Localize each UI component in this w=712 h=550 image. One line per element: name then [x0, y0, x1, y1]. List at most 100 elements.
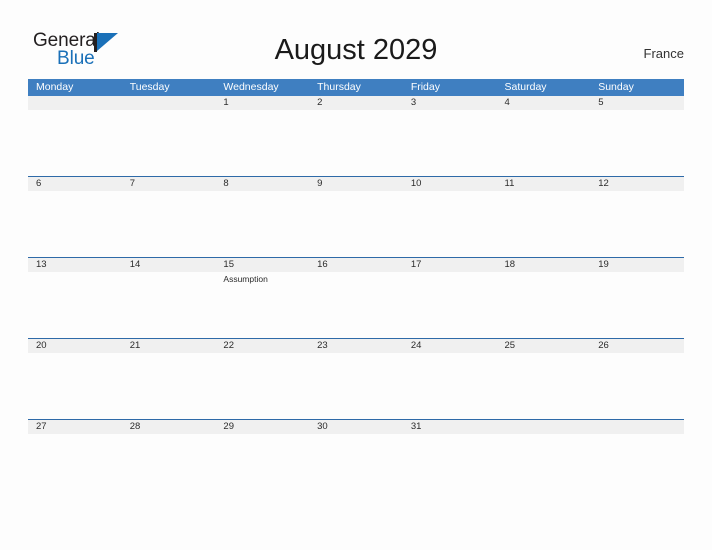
weekday-header-wednesday: Wednesday: [223, 81, 279, 93]
day-cell[interactable]: [309, 191, 403, 257]
date-number[interactable]: 30: [309, 420, 403, 434]
date-number[interactable]: 29: [215, 420, 309, 434]
date-number[interactable]: 10: [403, 177, 497, 191]
date-number[interactable]: 13: [28, 258, 122, 272]
day-cell[interactable]: [122, 272, 216, 338]
day-cell: [28, 110, 122, 176]
page-header: General Blue August 2029 France: [0, 0, 712, 74]
calendar-week-row: 12345: [28, 96, 684, 176]
week-date-number-band: 12345: [28, 96, 684, 110]
day-cell[interactable]: Assumption: [215, 272, 309, 338]
day-cell[interactable]: [28, 191, 122, 257]
day-cell[interactable]: [590, 353, 684, 419]
day-cell[interactable]: [309, 434, 403, 489]
day-cell[interactable]: [215, 353, 309, 419]
week-date-number-band: 20 21 22 23 24 25 26: [28, 339, 684, 353]
day-cell[interactable]: [215, 110, 309, 176]
calendar-weeks: 1 2 3 4 5 6 7 8 9 10 11 12 13 14 15 16 17 18 19 Assumption 2…: [28, 96, 684, 489]
date-number[interactable]: 27: [28, 420, 122, 434]
day-cell[interactable]: [590, 272, 684, 338]
day-cell: [497, 434, 591, 489]
weekday-header-friday: Friday: [410, 81, 440, 93]
calendar-page: General Blue August 2029 France Monday Tu…: [0, 0, 712, 550]
day-cell[interactable]: [215, 191, 309, 257]
day-cell[interactable]: [497, 353, 591, 419]
calendar-week-row: 13 14 15 16 17 18 19 Assumption: [28, 257, 684, 338]
day-cell[interactable]: [403, 191, 497, 257]
day-cell[interactable]: [590, 191, 684, 257]
date-number[interactable]: 14: [122, 258, 216, 272]
calendar-table: Monday Tuesday Wednesday Thursday Friday Satu…: [28, 79, 684, 489]
day-cell[interactable]: [309, 110, 403, 176]
date-number[interactable]: 16: [309, 258, 403, 272]
day-cell[interactable]: [590, 110, 684, 176]
date-number[interactable]: 25: [497, 339, 591, 353]
date-number[interactable]: 19: [590, 258, 684, 272]
calendar-week-row: 6 7 8 9 10 11 12: [28, 176, 684, 257]
day-cell[interactable]: [28, 353, 122, 419]
week-content-band: [28, 434, 684, 489]
date-number[interactable]: 4: [497, 96, 591, 110]
week-content-band: Assumption: [28, 272, 684, 338]
date-number[interactable]: 7: [122, 177, 216, 191]
page-title: August 2029: [274, 34, 438, 66]
calendar-week-row: 27 28 29 30 31: [28, 419, 684, 489]
date-number-empty: [497, 420, 591, 434]
date-number[interactable]: 6: [28, 177, 122, 191]
day-cell[interactable]: [122, 191, 216, 257]
date-number[interactable]: 3: [403, 96, 497, 110]
weekday-header-thursday: Thursday: [317, 81, 361, 93]
weekday-header-sunday: Sunday: [598, 81, 634, 93]
date-number[interactable]: 20: [28, 339, 122, 353]
date-number[interactable]: 2: [309, 96, 403, 110]
week-date-number-band: 13 14 15 16 17 18 19: [28, 258, 684, 272]
date-number[interactable]: 24: [403, 339, 497, 353]
weekday-header-saturday: Saturday: [504, 81, 547, 93]
day-cell[interactable]: [309, 272, 403, 338]
week-date-number-band: 6 7 8 9 10 11 12: [28, 177, 684, 191]
date-number[interactable]: 21: [122, 339, 216, 353]
day-cell[interactable]: [28, 434, 122, 489]
date-number[interactable]: 28: [122, 420, 216, 434]
day-cell[interactable]: [309, 353, 403, 419]
date-number[interactable]: 22: [215, 339, 309, 353]
date-number[interactable]: 8: [215, 177, 309, 191]
date-number[interactable]: 26: [590, 339, 684, 353]
day-cell[interactable]: [497, 110, 591, 176]
day-cell[interactable]: [403, 110, 497, 176]
date-number[interactable]: 12: [590, 177, 684, 191]
date-number[interactable]: 18: [497, 258, 591, 272]
day-cell: [590, 434, 684, 489]
calendar-week-row: 20 21 22 23 24 25 26: [28, 338, 684, 419]
week-content-band: [28, 191, 684, 257]
date-number[interactable]: 9: [309, 177, 403, 191]
day-cell[interactable]: [215, 434, 309, 489]
date-number[interactable]: 11: [497, 177, 591, 191]
week-date-number-band: 27 28 29 30 31: [28, 420, 684, 434]
date-number-empty: [122, 96, 216, 110]
day-cell[interactable]: [497, 191, 591, 257]
week-content-band: [28, 110, 684, 176]
holiday-event-label: Assumption: [223, 274, 268, 284]
day-cell[interactable]: [28, 272, 122, 338]
weekday-header-row: Monday Tuesday Wednesday Thursday Friday Satu…: [28, 79, 684, 96]
date-number[interactable]: 5: [590, 96, 684, 110]
day-cell[interactable]: [403, 353, 497, 419]
date-number[interactable]: 15: [215, 258, 309, 272]
weekday-header-tuesday: Tuesday: [129, 81, 170, 93]
date-number-empty: [590, 420, 684, 434]
day-cell: [122, 110, 216, 176]
date-number[interactable]: 31: [403, 420, 497, 434]
date-number[interactable]: 23: [309, 339, 403, 353]
weekday-header-monday: Monday: [36, 81, 74, 93]
week-content-band: [28, 353, 684, 419]
date-number-empty: [28, 96, 122, 110]
day-cell[interactable]: [497, 272, 591, 338]
country-label: France: [643, 46, 684, 61]
date-number[interactable]: 1: [215, 96, 309, 110]
day-cell[interactable]: [403, 434, 497, 489]
day-cell[interactable]: [122, 434, 216, 489]
date-number[interactable]: 17: [403, 258, 497, 272]
day-cell[interactable]: [122, 353, 216, 419]
day-cell[interactable]: [403, 272, 497, 338]
